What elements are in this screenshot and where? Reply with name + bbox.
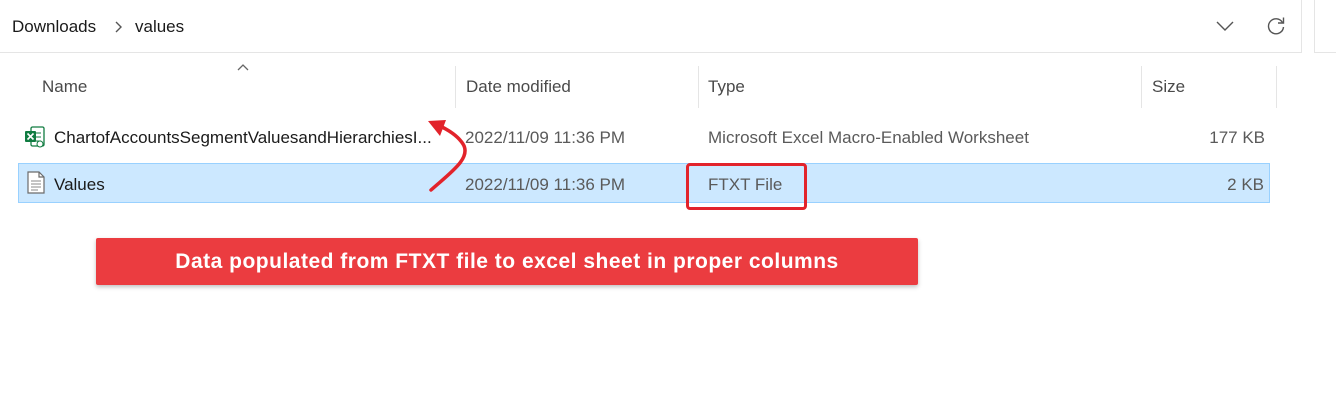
column-header-type[interactable]: Type	[708, 77, 745, 97]
file-name[interactable]: ChartofAccountsSegmentValuesandHierarchi…	[54, 128, 432, 148]
file-row-selected[interactable]: Values 2022/11/09 11:36 PM FTXT File 2 K…	[18, 163, 1270, 203]
refresh-icon[interactable]	[1264, 14, 1288, 38]
annotation-arrow-icon	[428, 120, 467, 192]
column-divider[interactable]	[455, 66, 456, 108]
chevron-down-icon[interactable]	[1213, 14, 1237, 38]
address-bar: Downloads values	[0, 0, 1302, 53]
file-date: 2022/11/09 11:36 PM	[465, 128, 626, 147]
file-type: Microsoft Excel Macro-Enabled Worksheet	[708, 128, 1029, 147]
column-divider[interactable]	[698, 66, 699, 108]
column-header-row: Name Date modified Type Size	[0, 62, 1280, 112]
file-size: 177 KB	[1209, 128, 1265, 147]
column-divider[interactable]	[1141, 66, 1142, 108]
text-file-icon	[27, 171, 45, 194]
column-header-name[interactable]: Name	[42, 77, 87, 97]
file-row[interactable]: ChartofAccountsSegmentValuesandHierarchi…	[18, 118, 1270, 158]
search-box-edge[interactable]	[1314, 0, 1336, 53]
breadcrumb-item-values[interactable]: values	[135, 17, 184, 37]
column-divider[interactable]	[1276, 66, 1277, 108]
annotation-banner: Data populated from FTXT file to excel s…	[96, 238, 918, 285]
chevron-right-icon	[115, 21, 122, 33]
column-header-date-modified[interactable]: Date modified	[466, 77, 571, 97]
annotation-banner-text: Data populated from FTXT file to excel s…	[175, 249, 839, 273]
file-name[interactable]: Values	[54, 175, 105, 195]
column-header-size[interactable]: Size	[1152, 77, 1185, 97]
breadcrumb-item-downloads[interactable]: Downloads	[12, 17, 96, 37]
highlight-box	[686, 163, 807, 210]
file-size: 2 KB	[1227, 175, 1264, 194]
sort-ascending-icon	[237, 64, 249, 71]
file-date: 2022/11/09 11:36 PM	[465, 175, 626, 194]
excel-file-icon	[25, 126, 45, 148]
